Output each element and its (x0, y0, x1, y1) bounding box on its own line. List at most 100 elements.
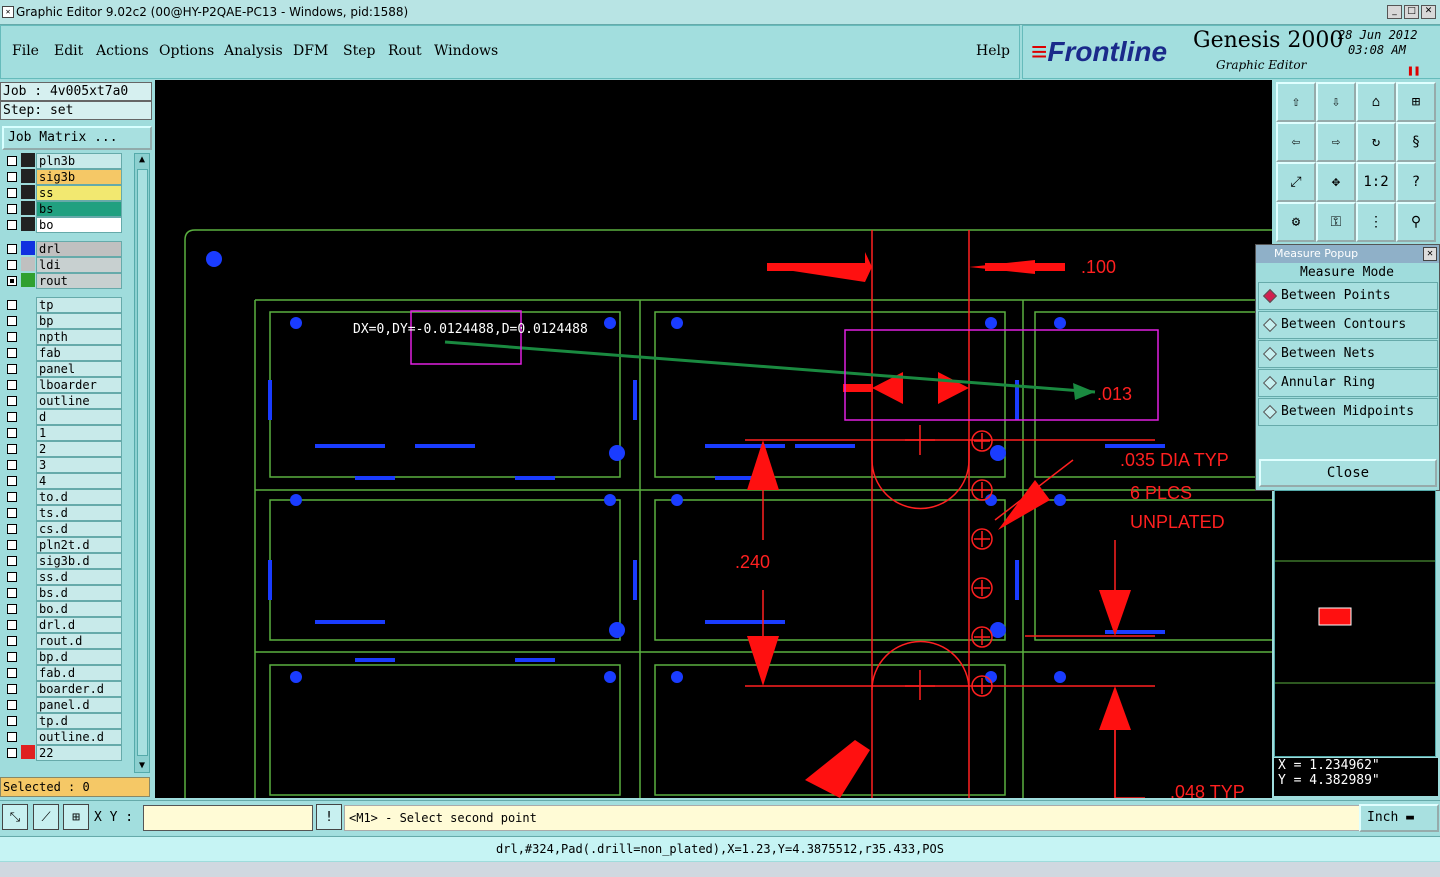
menu-edit[interactable]: Edit (54, 43, 83, 59)
layer-checkbox[interactable] (7, 204, 17, 214)
layer-row[interactable]: fab.d (3, 665, 133, 681)
layer-row[interactable]: bp (3, 313, 133, 329)
close-button[interactable]: ✕ (1421, 5, 1436, 19)
layer-checkbox[interactable] (7, 460, 17, 470)
maximize-button[interactable]: □ (1404, 5, 1419, 19)
layer-row[interactable]: panel.d (3, 697, 133, 713)
menu-analysis[interactable]: Analysis (224, 43, 283, 59)
layer-checkbox[interactable] (7, 604, 17, 614)
layer-row[interactable]: ss.d (3, 569, 133, 585)
layer-row[interactable]: ts.d (3, 505, 133, 521)
layer-name[interactable]: boarder.d (36, 681, 122, 697)
layer-name[interactable]: pln3b (36, 153, 122, 169)
menu-options[interactable]: Options (159, 43, 214, 59)
layer-row[interactable]: sig3b.d (3, 553, 133, 569)
layer-name[interactable]: to.d (36, 489, 122, 505)
net-icon[interactable]: ⋮ (1356, 202, 1396, 242)
layer-row[interactable]: drl (3, 241, 133, 257)
layer-checkbox[interactable] (7, 748, 17, 758)
layer-name[interactable]: drl.d (36, 617, 122, 633)
layer-checkbox[interactable] (7, 172, 17, 182)
layer-name[interactable]: 4 (36, 473, 122, 489)
layer-row[interactable]: 1 (3, 425, 133, 441)
layer-checkbox[interactable] (7, 508, 17, 518)
snap-mode-icon[interactable]: ⤡ (2, 804, 28, 830)
route-icon[interactable]: ⚲ (1396, 202, 1436, 242)
layer-row[interactable]: rout (3, 273, 133, 289)
layer-row[interactable]: outline (3, 393, 133, 409)
layer-name[interactable]: tp (36, 297, 122, 313)
layer-checkbox[interactable] (7, 716, 17, 726)
minimize-button[interactable]: _ (1387, 5, 1402, 19)
layer-row[interactable]: 3 (3, 457, 133, 473)
layer-checkbox[interactable] (7, 492, 17, 502)
layer-checkbox[interactable] (7, 428, 17, 438)
layer-row[interactable]: sig3b (3, 169, 133, 185)
menu-rout[interactable]: Rout (388, 43, 422, 59)
option-between-nets[interactable]: Between Nets (1258, 340, 1438, 368)
layer-checkbox[interactable] (7, 260, 17, 270)
layer-checkbox[interactable] (7, 700, 17, 710)
layer-checkbox[interactable] (7, 732, 17, 742)
layer-name[interactable]: ss.d (36, 569, 122, 585)
layer-row[interactable]: d (3, 409, 133, 425)
layer-name[interactable]: ts.d (36, 505, 122, 521)
snap-icon[interactable]: § (1396, 122, 1436, 162)
zoom-home-icon[interactable]: ⇧ (1276, 82, 1316, 122)
layer-row[interactable]: 4 (3, 473, 133, 489)
layer-name[interactable]: rout.d (36, 633, 122, 649)
layer-row[interactable]: ss (3, 185, 133, 201)
layer-checkbox[interactable] (7, 556, 17, 566)
layer-scrollbar[interactable]: ▲ ▼ (134, 153, 150, 773)
layer-row[interactable]: to.d (3, 489, 133, 505)
option-between-points[interactable]: Between Points (1258, 282, 1438, 310)
xy-input[interactable] (143, 805, 313, 831)
zoom-down-icon[interactable]: ⇩ (1316, 82, 1356, 122)
layer-row[interactable]: rout.d (3, 633, 133, 649)
layer-name[interactable]: rout (36, 273, 122, 289)
layer-checkbox[interactable] (7, 380, 17, 390)
layer-checkbox[interactable] (7, 188, 17, 198)
layer-name[interactable]: outline.d (36, 729, 122, 745)
layer-checkbox[interactable] (7, 244, 17, 254)
layer-name[interactable]: 1 (36, 425, 122, 441)
layer-name[interactable]: sig3b (36, 169, 122, 185)
option-between-midpoints[interactable]: Between Midpoints (1258, 398, 1438, 426)
layer-checkbox[interactable] (7, 444, 17, 454)
layer-name[interactable]: bp (36, 313, 122, 329)
layer-name[interactable]: fab (36, 345, 122, 361)
layer-checkbox[interactable] (7, 276, 17, 286)
layer-checkbox[interactable] (7, 316, 17, 326)
scroll-up-icon[interactable]: ▲ (136, 154, 148, 166)
layer-row[interactable]: tp (3, 297, 133, 313)
layer-checkbox[interactable] (7, 364, 17, 374)
layer-checkbox[interactable] (7, 588, 17, 598)
layer-row[interactable]: bo.d (3, 601, 133, 617)
layer-checkbox[interactable] (7, 412, 17, 422)
layer-row[interactable]: pln2t.d (3, 537, 133, 553)
layer-name[interactable]: 22 (36, 745, 122, 761)
layer-name[interactable]: bs.d (36, 585, 122, 601)
layer-checkbox[interactable] (7, 620, 17, 630)
pan-right-icon[interactable]: ⇨ (1316, 122, 1356, 162)
layer-row[interactable]: bs.d (3, 585, 133, 601)
layer-row[interactable]: outline.d (3, 729, 133, 745)
zoom-fit-icon[interactable]: ⤢ (1276, 162, 1316, 202)
menu-file[interactable]: File (12, 43, 39, 59)
layer-name[interactable]: ldi (36, 257, 122, 273)
menu-dfm[interactable]: DFM (293, 43, 328, 59)
layer-name[interactable]: pln2t.d (36, 537, 122, 553)
home-view-icon[interactable]: ⌂ (1356, 82, 1396, 122)
layer-checkbox[interactable] (7, 524, 17, 534)
layer-name[interactable]: outline (36, 393, 122, 409)
option-between-contours[interactable]: Between Contours (1258, 311, 1438, 339)
layer-row[interactable]: boarder.d (3, 681, 133, 697)
layer-row[interactable]: tp.d (3, 713, 133, 729)
layer-checkbox[interactable] (7, 652, 17, 662)
settings-icon[interactable]: ⚙ (1276, 202, 1316, 242)
layer-row[interactable]: ldi (3, 257, 133, 273)
zoom-center-icon[interactable]: ✥ (1316, 162, 1356, 202)
help-icon[interactable]: ? (1396, 162, 1436, 202)
grid-mode-icon[interactable]: ⊞ (63, 804, 89, 830)
layer-checkbox[interactable] (7, 332, 17, 342)
